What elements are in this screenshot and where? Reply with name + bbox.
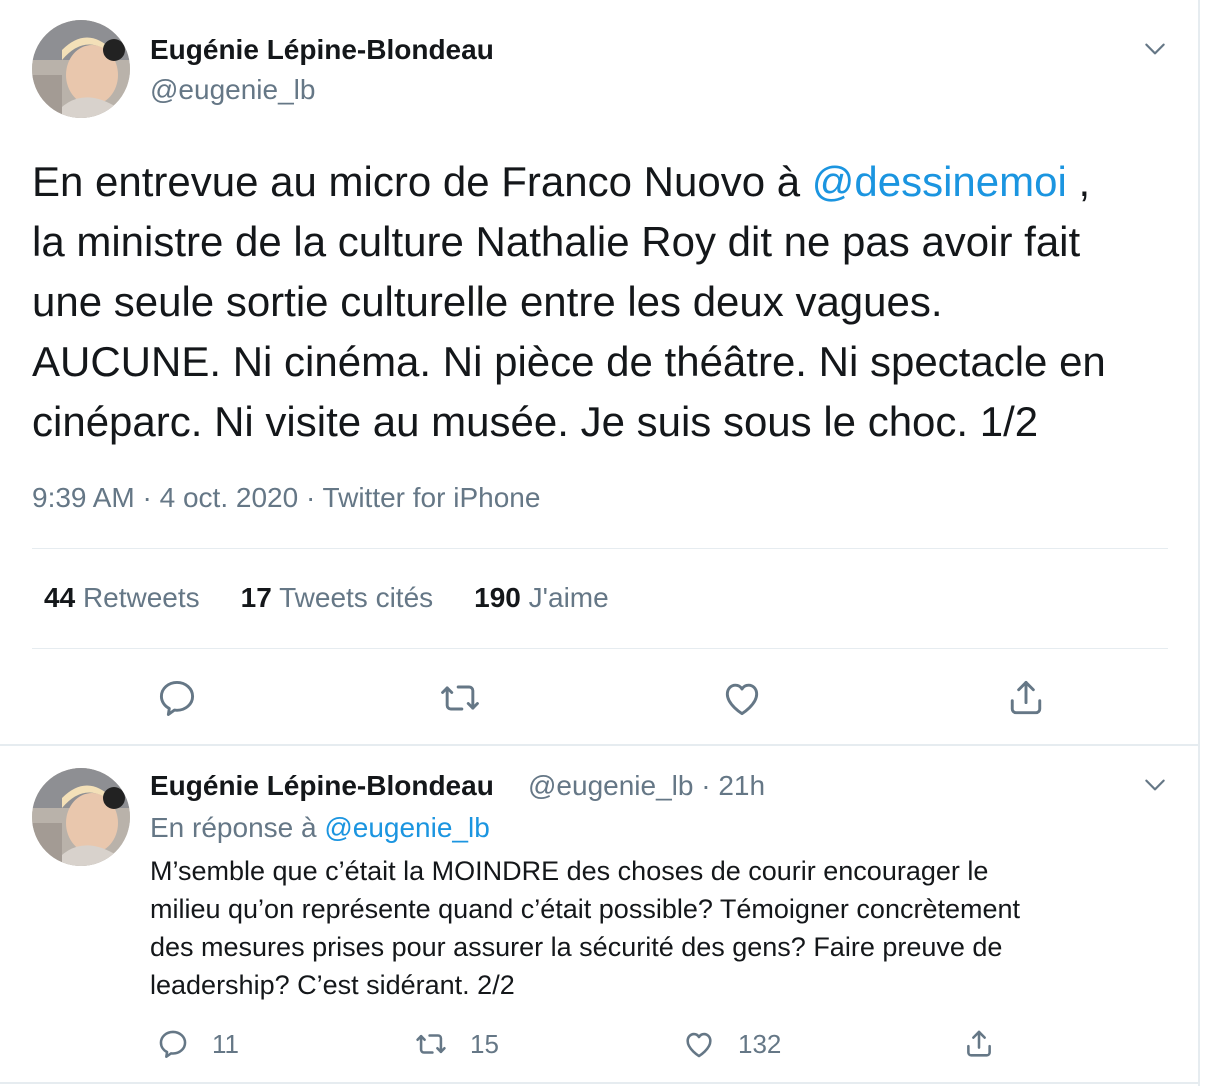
heart-icon[interactable]: [720, 676, 764, 720]
retweet-icon[interactable]: [438, 676, 482, 720]
in-reply-to: En réponse à @eugenie_lb: [150, 812, 490, 843]
reply-like-button[interactable]: 132: [682, 1026, 781, 1062]
tweet-stats: 44 Retweets 17 Tweets cités 190 J'aime: [44, 582, 650, 614]
author-handle[interactable]: @eugenie_lb: [150, 74, 315, 106]
reply-count: 11: [212, 1028, 239, 1059]
avatar-image: [32, 768, 130, 866]
reply-icon: [159, 1030, 187, 1059]
reply-author-name[interactable]: Eugénie Lépine-Blondeau: [150, 770, 494, 802]
chevron-down-icon[interactable]: [1142, 772, 1168, 798]
tweet-thread: Eugénie Lépine-Blondeau @eugenie_lb En e…: [0, 0, 1200, 1086]
divider: [32, 648, 1168, 649]
reply-text-line: des mesures prises pour assurer la sécur…: [150, 932, 1003, 962]
reply-share-button[interactable]: [962, 1026, 996, 1062]
separator: [0, 1082, 1200, 1084]
avatar-image: [32, 20, 130, 118]
reply-text: M’semble que c’était la MOINDRE des chos…: [150, 852, 1170, 1004]
tweet-text-line: la ministre de la culture Nathalie Roy d…: [32, 218, 1081, 265]
reply-handle-time[interactable]: @eugenie_lb · 21h: [528, 770, 765, 802]
tweet-timestamp[interactable]: 9:39 AM · 4 oct. 2020 · Twitter for iPho…: [32, 482, 540, 514]
tweet-text-line: cinéparc. Ni visite au musée. Je suis so…: [32, 398, 1039, 445]
in-reply-mention[interactable]: @eugenie_lb: [324, 812, 489, 843]
author-name[interactable]: Eugénie Lépine-Blondeau: [150, 34, 494, 66]
retweets-stat[interactable]: 44 Retweets: [44, 582, 200, 614]
like-count: 132: [738, 1028, 782, 1059]
reply-reply-button[interactable]: 11: [156, 1026, 239, 1062]
mention-link[interactable]: @dessinemoi: [812, 158, 1067, 205]
divider: [32, 548, 1168, 549]
tweet-text: En entrevue au micro de Franco Nuovo à @…: [32, 152, 1182, 452]
reply-retweet-button[interactable]: 15: [414, 1026, 499, 1062]
quotes-stat[interactable]: 17 Tweets cités: [241, 582, 434, 614]
reply-text-line: milieu qu’on représente quand c’était po…: [150, 894, 1021, 924]
likes-stat[interactable]: 190 J'aime: [474, 582, 609, 614]
share-icon[interactable]: [1004, 676, 1048, 720]
heart-icon: [686, 1032, 712, 1058]
tweet-text-line: une seule sortie culturelle entre les de…: [32, 278, 943, 325]
share-icon: [967, 1030, 991, 1057]
avatar[interactable]: [32, 768, 130, 866]
retweet-count: 15: [470, 1028, 499, 1059]
avatar[interactable]: [32, 20, 130, 118]
reply-text-line: leadership? C’est sidérant. 2/2: [150, 970, 515, 1000]
reply-icon[interactable]: [155, 676, 199, 720]
chevron-down-icon[interactable]: [1142, 36, 1168, 62]
retweet-icon: [416, 1034, 446, 1054]
tweet-text-line: AUCUNE. Ni cinéma. Ni pièce de théâtre. …: [32, 338, 1106, 385]
reply-text-line: M’semble que c’était la MOINDRE des chos…: [150, 856, 989, 886]
separator: [0, 744, 1200, 746]
tweet-text-line: En entrevue au micro de Franco Nuovo à @…: [32, 158, 1091, 205]
